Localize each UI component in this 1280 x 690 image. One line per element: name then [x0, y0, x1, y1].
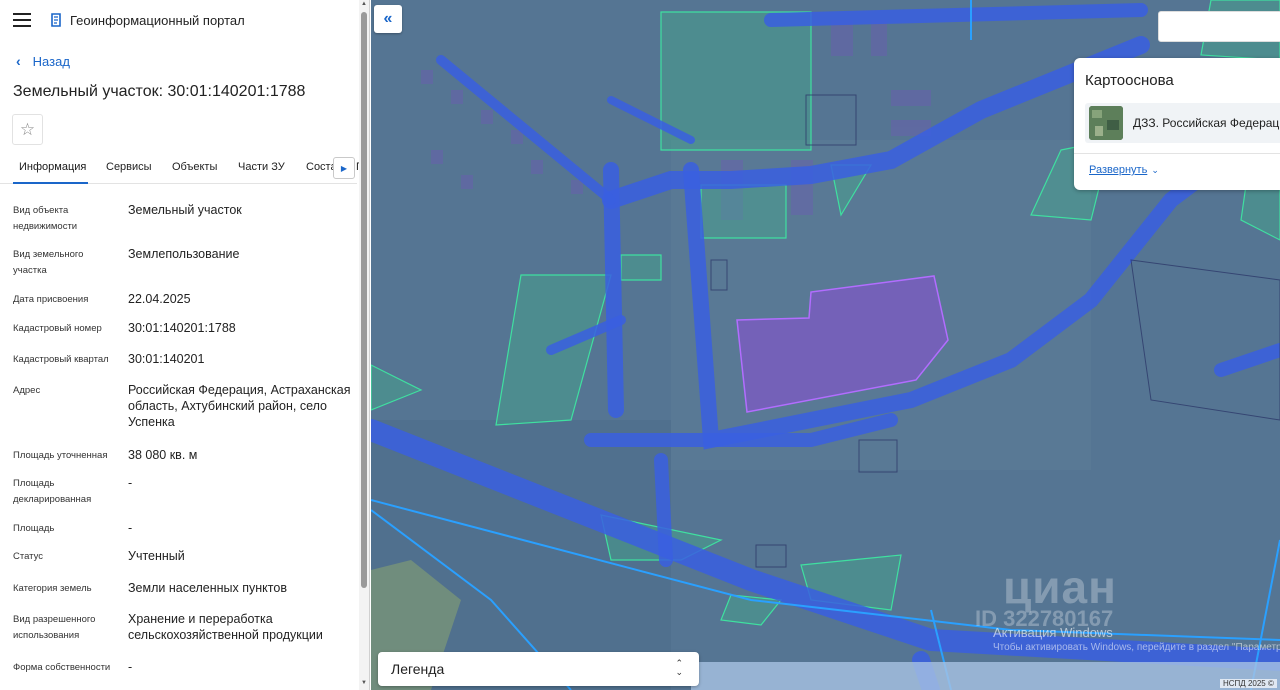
tab-objects[interactable]: Объекты	[172, 161, 217, 173]
menu-icon[interactable]	[13, 13, 31, 27]
tab-bar: Информация Сервисы Объекты Части ЗУ Сост…	[0, 152, 362, 184]
chevron-down-icon: ⌄	[1151, 165, 1159, 175]
property-label: Дата присвоения	[13, 294, 89, 305]
back-link[interactable]: ‹ Назад	[16, 53, 70, 69]
top-bar: Геоинформационный портал	[0, 0, 369, 40]
legend-toggle[interactable]: Легенда ⌃ ⌄	[378, 652, 699, 686]
chevron-left-icon: ‹	[16, 53, 21, 69]
property-label: Адрес	[13, 385, 41, 396]
tab-composition[interactable]: Соста	[306, 161, 337, 173]
property-value: Российская Федерация, Астраханская облас…	[128, 383, 351, 429]
expand-basemaps-link[interactable]: Развернуть ⌄	[1089, 164, 1159, 176]
basemap-option-selected[interactable]: ДЗЗ. Российская Федерация	[1085, 103, 1280, 143]
map-search-input[interactable]	[1158, 11, 1280, 42]
star-icon: ☆	[19, 119, 36, 139]
property-label: Площадь уточненная	[13, 450, 108, 461]
double-chevron-left-icon: «	[383, 10, 393, 27]
property-label: Статус	[13, 551, 44, 562]
legend-label: Легенда	[391, 661, 445, 677]
expand-label: Развернуть	[1089, 164, 1148, 176]
scroll-up-icon[interactable]: ▲	[361, 1, 367, 7]
property-label: Категория земель	[13, 583, 92, 594]
collapse-sidebar-button[interactable]: «	[374, 5, 402, 33]
active-tab-indicator	[13, 182, 88, 184]
property-value: -	[128, 476, 133, 490]
chevron-right-icon: ▶	[340, 163, 348, 173]
back-label: Назад	[32, 53, 70, 69]
basemap-title: Картооснова	[1085, 72, 1174, 89]
property-value: -	[128, 521, 133, 535]
property-label: Вид разрешенного использования	[13, 614, 96, 641]
basemap-panel: Картооснова ДЗЗ. Российская Федерация Ра…	[1074, 58, 1280, 190]
divider	[1074, 153, 1280, 154]
property-label: Вид объекта недвижимости	[13, 205, 78, 232]
sidebar-scroll-thumb[interactable]	[361, 12, 367, 588]
tab-parts[interactable]: Части ЗУ	[238, 161, 285, 173]
property-label: Форма собственности	[13, 662, 111, 673]
map-attribution: НСПД 2025 ©	[1220, 679, 1277, 688]
basemap-name: ДЗЗ. Российская Федерация	[1133, 116, 1280, 130]
windows-activation-hint: Чтобы активировать Windows, перейдите в …	[993, 642, 1280, 653]
property-label: Кадастровый квартал	[13, 354, 109, 365]
favorite-button[interactable]: ☆	[12, 114, 43, 145]
property-value: 22.04.2025	[128, 292, 191, 306]
property-label: Кадастровый номер	[13, 323, 102, 334]
tabs-next-button[interactable]: ▶	[333, 157, 355, 179]
property-label: Вид земельного участка	[13, 249, 84, 276]
portal-logo-icon	[51, 13, 61, 27]
windows-activation-title: Активация Windows	[993, 625, 1113, 640]
info-sidebar: Геоинформационный портал ‹ Назад Земельн…	[0, 0, 370, 690]
property-value: Землепользование	[128, 247, 240, 261]
property-label: Площадь декларированная	[13, 478, 92, 505]
scroll-down-icon[interactable]: ▼	[361, 680, 367, 686]
satellite-thumbnail	[1089, 106, 1123, 140]
property-value: 30:01:140201	[128, 352, 205, 366]
sort-arrows-icon: ⌃ ⌄	[675, 658, 683, 677]
property-value: Земли населенных пунктов	[128, 581, 287, 595]
tab-services[interactable]: Сервисы	[106, 161, 152, 173]
property-value: Учтенный	[128, 549, 185, 563]
tab-information[interactable]: Информация	[19, 161, 86, 173]
property-label: Площадь	[13, 523, 55, 534]
property-value: 38 080 кв. м	[128, 448, 198, 462]
property-value: Земельный участок	[128, 203, 242, 217]
portal-title: Геоинформационный портал	[70, 12, 245, 28]
property-value: 30:01:140201:1788	[128, 321, 236, 335]
property-value: Хранение и переработка сельскохозяйствен…	[128, 612, 323, 642]
property-value: -	[128, 660, 133, 674]
page-title: Земельный участок: 30:01:140201:1788	[13, 83, 306, 100]
